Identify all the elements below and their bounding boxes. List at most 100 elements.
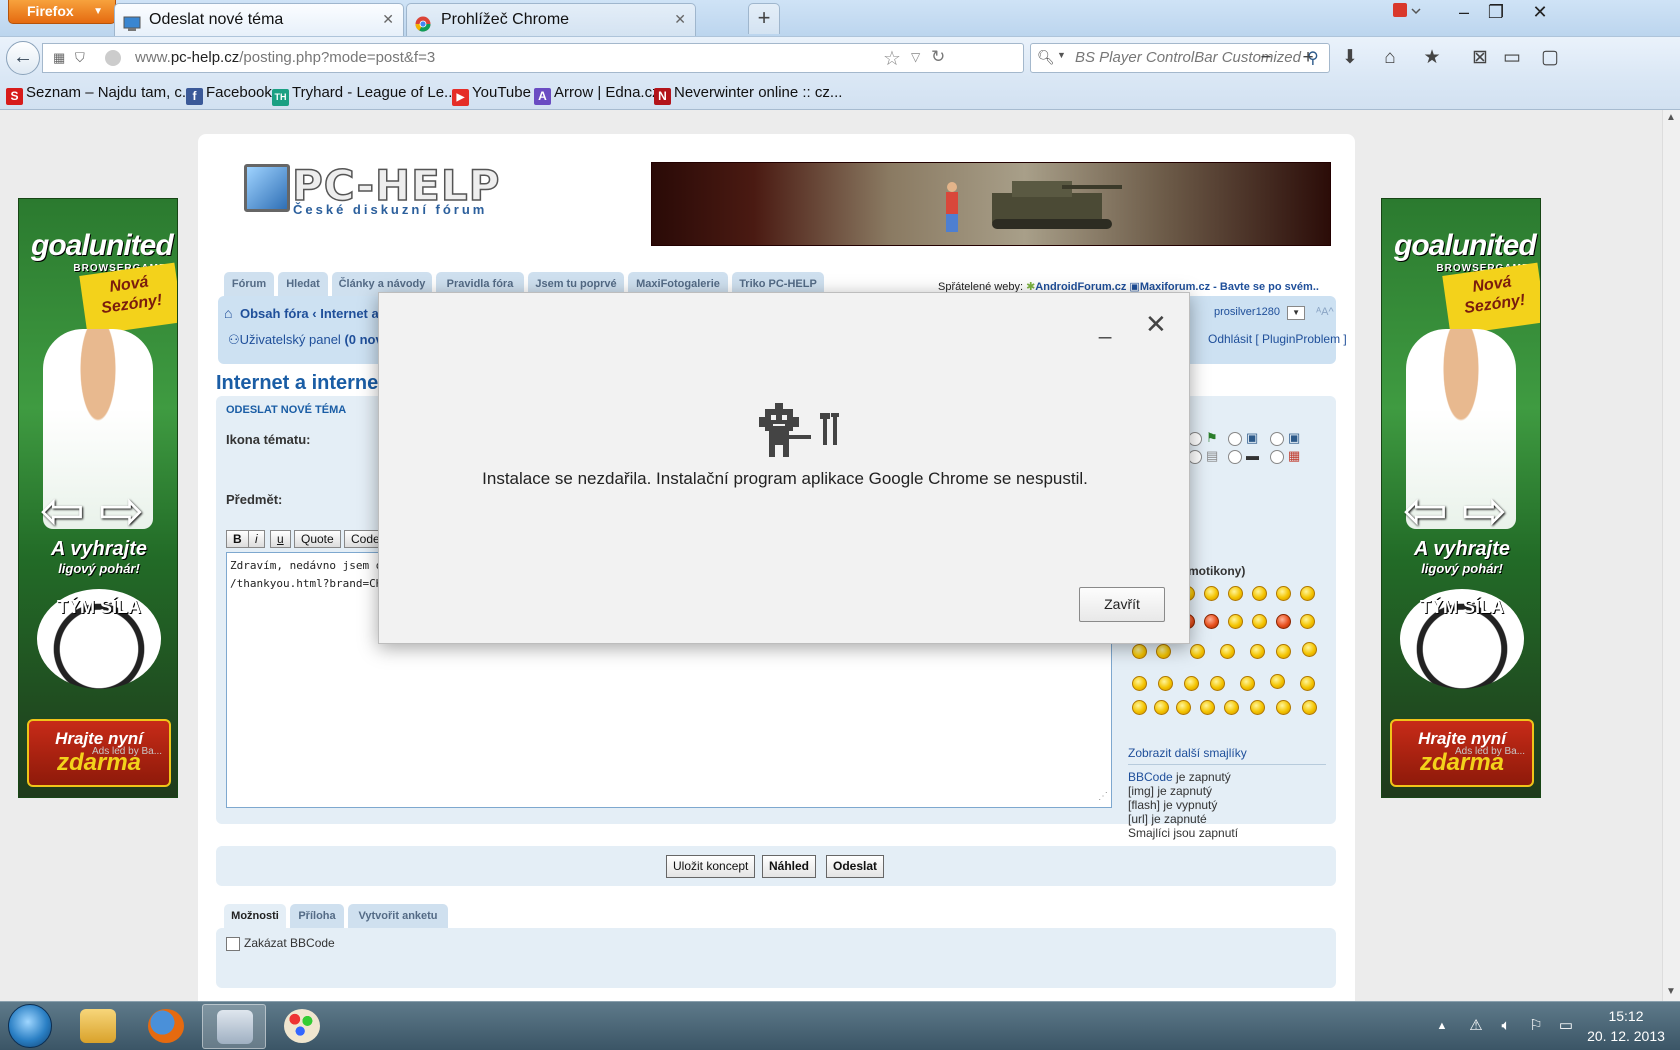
action-center-flag-icon[interactable]: ⚐ xyxy=(1526,1016,1546,1036)
tab-moznosti[interactable]: Možnosti xyxy=(224,904,286,928)
nav-tab-forum[interactable]: Fórum xyxy=(224,272,274,296)
smiley-icon[interactable] xyxy=(1204,586,1219,601)
smiley-icon[interactable] xyxy=(1302,642,1317,657)
scroll-up-icon[interactable]: ▲ xyxy=(1666,112,1676,123)
smiley-icon[interactable] xyxy=(1252,614,1267,629)
minimize-icon[interactable]: _ xyxy=(1099,316,1111,338)
resize-handle-icon[interactable]: ⋰ xyxy=(1098,788,1108,806)
smiley-icon[interactable] xyxy=(1228,614,1243,629)
smiley-icon[interactable] xyxy=(1276,700,1291,715)
underline-button[interactable]: u xyxy=(270,530,291,548)
tab-prohlizec-chrome[interactable]: Prohlížeč Chrome ✕ xyxy=(406,3,696,36)
url-bar[interactable]: ▦ ⛉ www.pc-help.cz/posting.php?mode=post… xyxy=(42,43,1024,73)
font-size-icon[interactable]: ᴬA^ xyxy=(1316,306,1333,318)
history-dropdown-icon[interactable]: ▽ xyxy=(911,50,920,64)
smiley-icon[interactable] xyxy=(1132,700,1147,715)
smiley-icon[interactable] xyxy=(1154,700,1169,715)
new-tab-button[interactable]: + xyxy=(748,3,780,34)
smiley-icon[interactable] xyxy=(1176,700,1191,715)
tray-expand-icon[interactable]: ▲ xyxy=(1432,1016,1452,1036)
smiley-icon[interactable] xyxy=(1302,700,1317,715)
smiley-icon[interactable] xyxy=(1276,586,1291,601)
page-title[interactable]: Internet a interneto xyxy=(216,372,397,395)
tab-priloha[interactable]: Příloha xyxy=(290,904,344,928)
taskbar-clock[interactable]: 15:12 20. 12. 2013 xyxy=(1578,1006,1674,1046)
italic-button[interactable]: i xyxy=(248,530,265,548)
bookmarks-menu-icon[interactable]: ★ xyxy=(1420,47,1444,69)
bookmark-neverwinter[interactable]: N Neverwinter online :: cz... xyxy=(654,78,842,108)
close-tab-icon[interactable]: ✕ xyxy=(674,4,686,35)
bookmark-facebook[interactable]: f Facebook xyxy=(186,78,272,108)
start-button-icon[interactable] xyxy=(8,1004,52,1048)
home-icon[interactable]: ⌂ xyxy=(1378,47,1402,69)
more-smilies-link[interactable]: Zobrazit další smajlíky xyxy=(1128,746,1247,760)
smiley-icon[interactable] xyxy=(1252,586,1267,601)
breadcrumb-home[interactable]: Obsah fóra xyxy=(240,306,309,321)
disable-bbcode-checkbox[interactable] xyxy=(226,937,240,951)
smiley-icon[interactable] xyxy=(1132,676,1147,691)
addon-icon[interactable]: ⊠ xyxy=(1468,47,1492,69)
ucp-link[interactable]: Uživatelský panel xyxy=(240,332,341,347)
smiley-icon[interactable] xyxy=(1276,644,1291,659)
bookmark-tryhard[interactable]: TH Tryhard - League of Le... xyxy=(272,78,457,108)
smiley-icon[interactable] xyxy=(1224,700,1239,715)
quote-button[interactable]: Quote xyxy=(294,530,341,548)
smiley-icon[interactable] xyxy=(1240,676,1255,691)
firefox-menu-button[interactable]: Firefox ▼ xyxy=(8,0,116,24)
close-tab-icon[interactable]: ✕ xyxy=(382,4,394,35)
window-icon[interactable]: ▢ xyxy=(1538,47,1562,69)
back-arrow-icon[interactable]: ← xyxy=(6,41,40,75)
ad-banner-left[interactable]: goalunited BROWSERGAME Nová Sezóny! ⇦⇨ A v… xyxy=(18,198,178,798)
tab-odeslat-nove-tema[interactable]: Odeslat nové téma ✕ xyxy=(114,3,404,36)
logout-link[interactable]: Odhlásit [ PluginProblem ] xyxy=(1208,332,1347,346)
close-window-icon[interactable]: ✕ xyxy=(1520,0,1560,26)
reader-icon[interactable]: ▭ xyxy=(1500,47,1524,69)
smiley-icon[interactable] xyxy=(1184,676,1199,691)
maximize-window-icon[interactable]: ❐ xyxy=(1476,0,1516,26)
bold-button[interactable]: B xyxy=(226,530,249,548)
smiley-icon[interactable] xyxy=(1190,644,1205,659)
smiley-icon[interactable] xyxy=(1300,614,1315,629)
header-banner-image[interactable] xyxy=(651,162,1331,246)
zoom-out-icon[interactable]: − xyxy=(1254,47,1278,69)
smiley-icon[interactable] xyxy=(1300,676,1315,691)
taskbar-firefox[interactable] xyxy=(134,1004,198,1049)
volume-icon[interactable]: 🔈︎ xyxy=(1496,1016,1516,1036)
smiley-icon[interactable] xyxy=(1270,674,1285,689)
smiley-icon[interactable] xyxy=(1200,700,1215,715)
tab-groups-icon[interactable] xyxy=(1386,0,1426,26)
taskbar-installer[interactable] xyxy=(202,1004,266,1049)
smiley-icon[interactable] xyxy=(1210,676,1225,691)
username-select[interactable]: prosilver1280 ▼ ᴬA^ xyxy=(1214,306,1334,320)
topic-icon-radio[interactable] xyxy=(1270,432,1284,446)
reload-icon[interactable]: ↻ xyxy=(931,47,945,67)
download-icon[interactable]: ⬇ xyxy=(1338,47,1362,69)
chevron-down-icon[interactable]: ▼ xyxy=(1057,50,1066,60)
zoom-in-icon[interactable]: + xyxy=(1296,47,1320,69)
breadcrumb-internet[interactable]: Internet a xyxy=(320,306,379,321)
tab-vytvorit-anketu[interactable]: Vytvořit anketu xyxy=(348,904,448,928)
close-icon[interactable]: ✕ xyxy=(1145,311,1167,337)
smiley-icon[interactable] xyxy=(1250,700,1265,715)
search-engine-icon[interactable]: 🔍︎ xyxy=(1037,49,1055,66)
topic-icon-radio[interactable] xyxy=(1228,450,1242,464)
bbcode-link[interactable]: BBCode xyxy=(1128,770,1173,784)
save-draft-button[interactable]: Uložit koncept xyxy=(666,855,756,878)
smiley-icon[interactable] xyxy=(1132,644,1147,659)
topic-icon-radio[interactable] xyxy=(1188,450,1202,464)
nav-tab-hledat[interactable]: Hledat xyxy=(278,272,328,296)
smiley-icon[interactable] xyxy=(1204,614,1219,629)
bookmark-youtube[interactable]: ▶ YouTube xyxy=(452,78,531,108)
close-dialog-button[interactable]: Zavřít xyxy=(1079,587,1165,622)
taskbar-explorer[interactable] xyxy=(66,1004,130,1049)
smiley-icon[interactable] xyxy=(1156,644,1171,659)
ad-banner-right[interactable]: goalunited BROWSERGAME Nová Sezóny! ⇦⇨ A v… xyxy=(1381,198,1541,798)
smiley-icon[interactable] xyxy=(1300,586,1315,601)
smiley-icon[interactable] xyxy=(1276,614,1291,629)
smiley-icon[interactable] xyxy=(1250,644,1265,659)
network-icon[interactable]: ▭ xyxy=(1556,1016,1576,1036)
smiley-icon[interactable] xyxy=(1228,586,1243,601)
topic-icon-radio[interactable] xyxy=(1270,450,1284,464)
submit-button[interactable]: Odeslat xyxy=(826,855,885,878)
network-warning-icon[interactable]: ⚠ xyxy=(1466,1016,1486,1036)
